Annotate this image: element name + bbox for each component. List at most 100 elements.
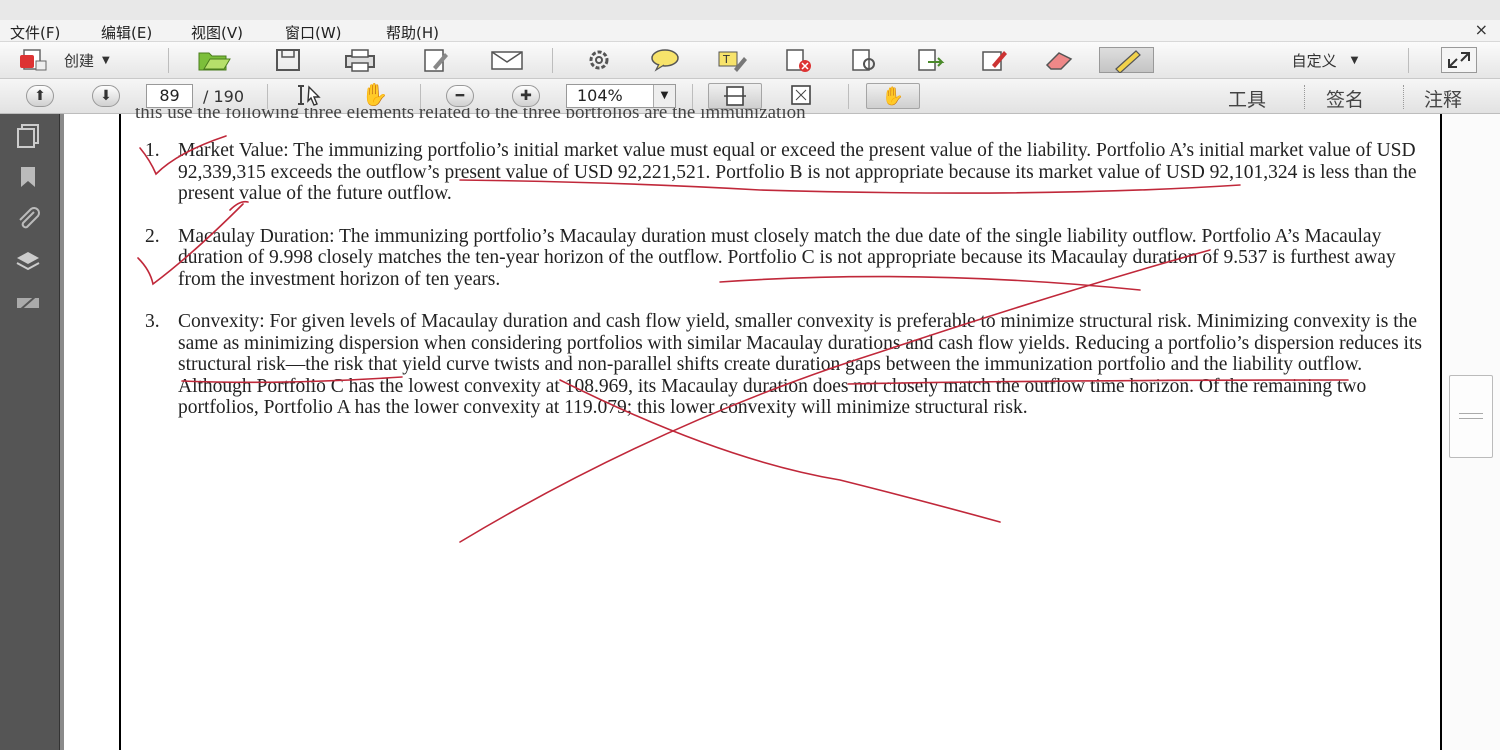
email-button[interactable] [487,47,527,73]
divider [692,84,693,109]
minus-icon: ━ [455,88,465,104]
window-top-strip [0,0,1500,20]
arrow-down-icon: ⬇ [100,88,112,104]
sign-link[interactable]: 签名 [1326,85,1364,112]
list-item: 2. Macaulay Duration: The immunizing por… [145,226,1435,291]
text-tool-icon: T [718,51,747,72]
tools-link[interactable]: 工具 [1228,85,1266,112]
create-label: 创建 [64,51,95,70]
read-mode-button[interactable]: ✋ [866,83,920,109]
hand-icon: ✋ [881,85,905,107]
eraser-icon [1045,52,1073,70]
page-left-edge [119,114,121,750]
chevron-down-icon[interactable]: ▼ [653,85,675,107]
comment-button[interactable] [647,47,683,73]
customize-label: 自定义 [1291,51,1337,70]
select-tool-button[interactable] [296,82,326,108]
page-export-icon [918,49,945,71]
fit-width-button[interactable] [786,82,816,108]
text-cursor-arrow-icon [298,85,321,106]
chevron-down-icon: ▼ [102,54,110,66]
open-button[interactable] [194,47,234,73]
close-icon[interactable]: × [1475,20,1488,39]
layers-icon[interactable] [13,248,43,274]
form-edit-icon [982,51,1007,71]
list-item-text: Convexity: For given levels of Macaulay … [178,311,1422,418]
page-total: / 190 [203,87,245,106]
highlight-button[interactable] [1099,47,1154,73]
list-item-text: Market Value: The immunizing portfolio’s… [178,140,1417,204]
list-number: 1. [145,140,160,161]
hand-icon: ✋ [361,82,389,108]
divider [420,84,421,109]
customize-dropdown[interactable]: 自定义 ▼ [1270,47,1380,73]
gear-icon [589,50,609,70]
next-page-button[interactable]: ⬇ [92,85,120,107]
print-button[interactable] [340,47,380,73]
page-magnify-icon [852,49,875,71]
form-button[interactable] [976,47,1012,73]
arrow-up-icon: ⬆ [34,88,46,104]
cutoff-text-line: this use the following three elements re… [135,108,1135,118]
save-icon [276,49,300,71]
divider [267,84,268,109]
divider [1304,85,1305,109]
mail-icon [491,51,523,70]
menu-view[interactable]: 视图(V) [191,22,243,43]
expand-button[interactable] [1441,47,1477,73]
edit-document-icon [424,49,448,72]
fit-page-button[interactable] [708,83,762,109]
grip-icon [1459,413,1483,419]
menu-window[interactable]: 窗口(W) [285,22,342,43]
expand-icon [1448,52,1470,68]
zoom-in-button[interactable]: ✚ [512,85,540,107]
save-button[interactable] [270,47,306,73]
attachment-icon[interactable] [13,206,43,232]
edit-button[interactable] [418,47,454,73]
page-thumbnails-icon[interactable] [13,122,43,148]
menu-file[interactable]: 文件(F) [10,22,60,43]
list-item-text: Macaulay Duration: The immunizing portfo… [178,225,1396,290]
svg-text:T: T [722,53,730,66]
create-pdf-icon [20,49,47,71]
speech-bubble-icon [651,49,679,72]
divider [1403,85,1404,109]
bookmark-icon[interactable] [13,164,43,190]
fit-page-icon [724,86,746,106]
zoom-value: 104% [577,86,623,105]
comment-link[interactable]: 注释 [1424,85,1462,112]
main-toolbar: 创建 ▼ T 自定义 ▼ [0,42,1500,79]
page-number-input[interactable]: 89 [146,84,193,108]
delete-page-button[interactable] [780,47,816,73]
divider [848,84,849,109]
print-icon [345,49,375,72]
signature-icon[interactable] [13,290,43,316]
list-number: 3. [145,311,160,332]
menu-edit[interactable]: 编辑(E) [101,22,152,43]
list-item: 3. Convexity: For given levels of Macaul… [145,311,1435,419]
delete-page-icon [786,49,811,72]
divider [1408,48,1409,73]
page-search-button[interactable] [846,47,882,73]
divider [552,48,553,73]
plus-icon: ✚ [520,88,532,104]
scrollbar-thumb[interactable] [1449,375,1493,458]
text-edit-button[interactable]: T [714,47,750,73]
create-button[interactable]: 创建 ▼ [18,47,138,73]
folder-open-icon [198,52,231,71]
zoom-select[interactable]: 104% ▼ [566,84,676,108]
list-item: 1. Market Value: The immunizing portfoli… [145,140,1435,205]
menu-bar: 文件(F) 编辑(E) 视图(V) 窗口(W) 帮助(H) × [0,20,1500,42]
chevron-down-icon: ▼ [1350,54,1359,66]
hand-tool-button[interactable]: ✋ [360,82,390,108]
settings-button[interactable] [585,47,613,73]
eraser-button[interactable] [1042,47,1078,73]
zoom-out-button[interactable]: ━ [446,85,474,107]
divider [168,48,169,73]
pencil-icon [1114,50,1141,73]
document-text: 1. Market Value: The immunizing portfoli… [145,140,1435,440]
previous-page-button[interactable]: ⬆ [26,85,54,107]
fit-width-icon [791,85,811,105]
export-button[interactable] [912,47,948,73]
menu-help[interactable]: 帮助(H) [386,22,439,43]
